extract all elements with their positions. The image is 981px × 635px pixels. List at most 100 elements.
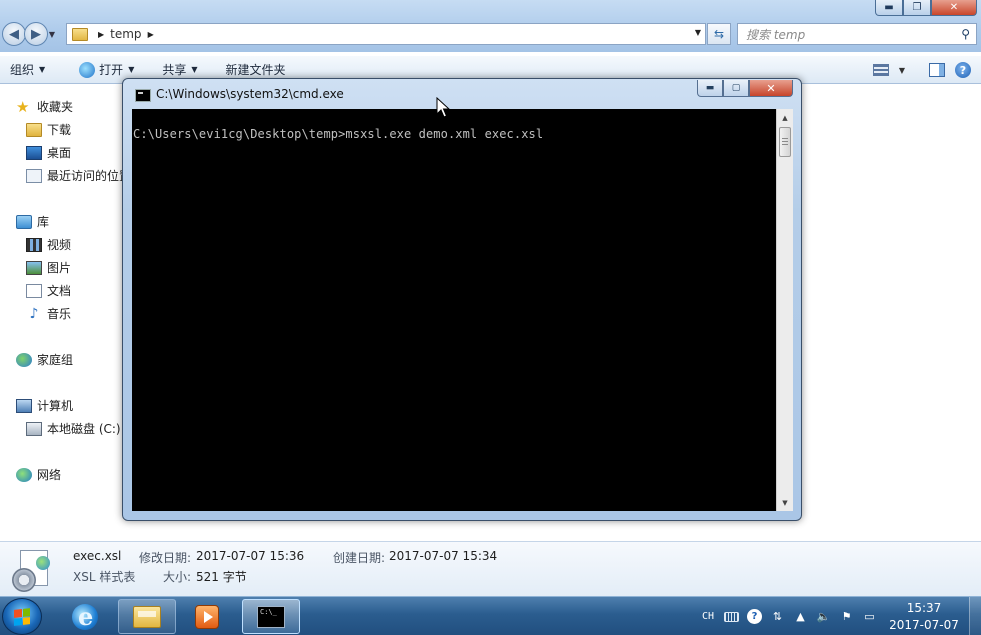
show-hidden-icons-arrow-icon[interactable]: ▲ — [793, 609, 808, 624]
input-language[interactable]: CH — [702, 611, 714, 622]
address-bar[interactable]: ▶ temp ▶ ▼ — [66, 23, 706, 45]
system-tray: CH ? ⇅ ▲ 🔈 ⚑ ▭ 15:37 2017-07-07 — [702, 597, 981, 635]
sidebar-item-downloads[interactable]: 下载 — [26, 121, 71, 138]
view-options-dropdown[interactable]: ▼ — [899, 66, 905, 75]
picture-icon — [26, 260, 42, 275]
sidebar-item-label: 库 — [37, 215, 50, 229]
navigation-pane: ★ 收藏夹 下载 桌面 最近访问的位置 库 视频 图片 文档 ♪ 音乐 家庭组 … — [0, 85, 128, 541]
cmd-caption-buttons: ▬ ▢ ✕ — [697, 80, 793, 97]
sidebar-item-local-disk-c[interactable]: 本地磁盘 (C:) — [26, 420, 121, 437]
breadcrumb-chevron-icon[interactable]: ▶ — [148, 30, 154, 39]
new-folder-label: 新建文件夹 — [225, 63, 286, 77]
back-button[interactable]: ◀ — [2, 22, 26, 46]
details-modified-value: 2017-07-07 15:36 — [196, 549, 305, 563]
arrow-left-icon: ◀ — [9, 26, 19, 42]
taskbar-internet-explorer[interactable] — [56, 599, 114, 634]
ime-options-icon[interactable]: ⇅ — [770, 609, 785, 624]
arrow-right-icon: ▶ — [31, 26, 41, 42]
sidebar-item-label: 音乐 — [47, 307, 72, 321]
recent-places-icon — [26, 168, 42, 183]
sidebar-item-libraries[interactable]: 库 — [16, 213, 49, 230]
taskbar-clock[interactable]: 15:37 2017-07-07 — [885, 600, 963, 634]
breadcrumb-temp[interactable]: temp — [110, 27, 141, 41]
chevron-down-icon: ▼ — [39, 65, 46, 74]
sidebar-item-label: 计算机 — [37, 399, 74, 413]
sidebar-item-label: 图片 — [47, 261, 72, 275]
navigation-buttons: ◀ ▶ ▼ — [2, 22, 58, 46]
video-icon — [26, 237, 42, 252]
sidebar-item-network[interactable]: 网络 — [16, 466, 61, 483]
music-note-icon: ♪ — [29, 305, 39, 322]
computer-icon — [16, 398, 32, 413]
sidebar-item-label: 网络 — [37, 468, 62, 482]
search-input[interactable]: 搜索 temp ⚲ — [737, 23, 977, 45]
taskbar-cmd[interactable] — [242, 599, 300, 634]
cmd-minimize-button[interactable]: ▬ — [697, 80, 723, 97]
details-pane: exec.xsl XSL 样式表 修改日期: 2017-07-07 15:36 … — [0, 541, 981, 596]
search-placeholder: 搜索 temp — [746, 27, 806, 42]
explorer-titlebar: ▬ ❐ ✕ ◀ ▶ ▼ ▶ temp ▶ ▼ ⇆ 搜索 temp ⚲ — [0, 0, 981, 52]
show-desktop-button[interactable] — [969, 597, 981, 635]
libraries-icon — [16, 214, 32, 229]
sidebar-item-desktop[interactable]: 桌面 — [26, 144, 71, 161]
search-icon[interactable]: ⚲ — [961, 27, 970, 41]
sidebar-item-label: 下载 — [47, 123, 72, 137]
window-caption-buttons: ▬ ❐ ✕ — [875, 0, 977, 16]
chevron-down-icon: ▼ — [128, 65, 135, 74]
sidebar-item-label: 本地磁盘 (C:) — [47, 422, 121, 436]
sidebar-item-label: 收藏夹 — [37, 100, 74, 114]
start-button[interactable] — [2, 598, 42, 635]
help-icon[interactable]: ? — [747, 609, 762, 624]
scroll-down-icon[interactable]: ▼ — [777, 494, 793, 511]
console-output[interactable]: C:\Users\evi1cg\Desktop\temp>msxsl.exe d… — [132, 109, 776, 511]
star-icon: ★ — [16, 97, 30, 116]
help-icon[interactable]: ? — [955, 62, 971, 78]
details-filename: exec.xsl — [73, 549, 122, 563]
sidebar-item-favorites[interactable]: ★ 收藏夹 — [16, 98, 73, 115]
windows-logo-icon — [14, 607, 30, 626]
organize-button[interactable]: 组织 ▼ — [0, 56, 55, 84]
sidebar-item-documents[interactable]: 文档 — [26, 282, 71, 299]
clock-time: 15:37 — [906, 600, 942, 615]
view-controls: ▼ ? — [872, 56, 971, 84]
close-button[interactable]: ✕ — [931, 0, 977, 16]
breadcrumb-chevron-icon[interactable]: ▶ — [98, 30, 104, 39]
taskbar-media-player[interactable] — [178, 599, 236, 634]
sidebar-item-homegroup[interactable]: 家庭组 — [16, 351, 73, 368]
network-status-icon[interactable]: ▭ — [862, 609, 877, 624]
volume-icon[interactable]: 🔈 — [816, 609, 831, 624]
cmd-app-icon[interactable] — [135, 89, 151, 102]
scroll-thumb[interactable] — [779, 127, 791, 157]
preview-pane-icon[interactable] — [929, 63, 945, 77]
refresh-button[interactable]: ⇆ — [707, 23, 731, 45]
xsl-file-icon — [12, 550, 54, 592]
cmd-maximize-button[interactable]: ▢ — [723, 80, 749, 97]
sidebar-item-computer[interactable]: 计算机 — [16, 397, 73, 414]
change-view-icon[interactable] — [872, 64, 889, 76]
sidebar-item-pictures[interactable]: 图片 — [26, 259, 71, 276]
recent-pages-dropdown[interactable]: ▼ — [46, 22, 58, 46]
sidebar-item-label: 视频 — [47, 238, 72, 252]
action-center-flag-icon[interactable]: ⚑ — [839, 609, 854, 624]
maximize-button[interactable]: ❐ — [903, 0, 931, 16]
forward-button[interactable]: ▶ — [24, 22, 48, 46]
cmd-window-title: C:\Windows\system32\cmd.exe — [156, 87, 344, 101]
console-command-line: C:\Users\evi1cg\Desktop\temp>msxsl.exe d… — [133, 127, 544, 141]
cmd-close-button[interactable]: ✕ — [749, 80, 793, 97]
downloads-folder-icon — [26, 122, 42, 137]
taskbar-windows-explorer[interactable] — [118, 599, 176, 634]
address-dropdown-icon[interactable]: ▼ — [695, 28, 701, 37]
sidebar-item-videos[interactable]: 视频 — [26, 236, 71, 253]
desktop-icon — [26, 145, 42, 160]
details-modified-label: 修改日期: — [139, 551, 192, 565]
details-created-value: 2017-07-07 15:34 — [389, 549, 498, 563]
sidebar-item-label: 桌面 — [47, 146, 72, 160]
details-size-value: 521 字节 — [196, 570, 247, 584]
refresh-icon: ⇆ — [713, 27, 725, 41]
scroll-up-icon[interactable]: ▲ — [777, 109, 793, 126]
sidebar-item-recent-places[interactable]: 最近访问的位置 — [26, 167, 128, 184]
minimize-button[interactable]: ▬ — [875, 0, 903, 16]
sidebar-item-music[interactable]: ♪ 音乐 — [26, 305, 71, 322]
console-scrollbar[interactable]: ▲ ▼ — [776, 109, 793, 511]
keyboard-icon[interactable] — [724, 611, 739, 622]
